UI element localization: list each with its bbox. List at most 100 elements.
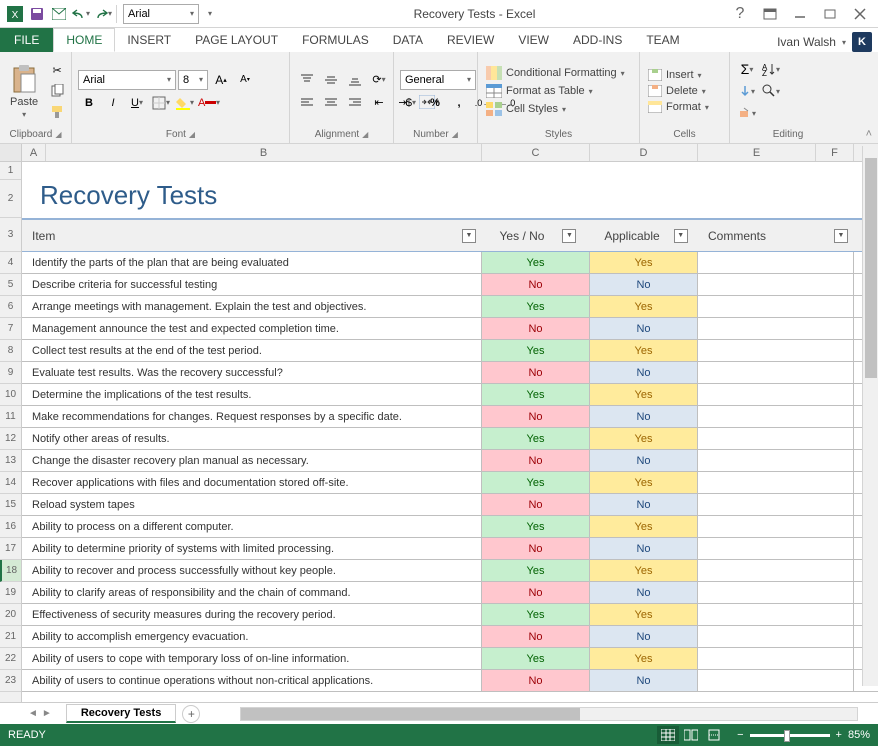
horizontal-scrollbar[interactable]	[240, 707, 858, 721]
cell-item[interactable]: Make recommendations for changes. Reques…	[22, 406, 482, 427]
clipboard-dialog-launcher[interactable]: ◢	[55, 130, 61, 139]
table-row[interactable]: Recover applications with files and docu…	[22, 472, 878, 494]
cell-applicable[interactable]: Yes	[590, 604, 698, 625]
row-header-4[interactable]: 4	[0, 252, 21, 274]
table-row[interactable]: Change the disaster recovery plan manual…	[22, 450, 878, 472]
cell-yesno[interactable]: Yes	[482, 560, 590, 581]
conditional-formatting-button[interactable]: Conditional Formatting▾	[484, 65, 627, 81]
column-header-e[interactable]: E	[698, 144, 816, 161]
redo-icon[interactable]: ▾	[92, 3, 114, 25]
cell-item[interactable]: Collect test results at the end of the t…	[22, 340, 482, 361]
cell-comments[interactable]	[698, 670, 854, 691]
cell-applicable[interactable]: Yes	[590, 296, 698, 317]
table-row[interactable]: Ability to clarify areas of responsibili…	[22, 582, 878, 604]
table-row[interactable]: Arrange meetings with management. Explai…	[22, 296, 878, 318]
italic-button[interactable]: I	[102, 93, 124, 113]
tab-team[interactable]: TEAM	[634, 28, 691, 52]
format-painter-icon[interactable]	[46, 102, 68, 122]
row-header-11[interactable]: 11	[0, 406, 21, 428]
cell-yesno[interactable]: Yes	[482, 648, 590, 669]
cell-item[interactable]: Describe criteria for successful testing	[22, 274, 482, 295]
row-header-3[interactable]: 3	[0, 218, 21, 252]
cell-yesno[interactable]: Yes	[482, 428, 590, 449]
table-row[interactable]: Evaluate test results. Was the recovery …	[22, 362, 878, 384]
vertical-scrollbar[interactable]	[862, 146, 878, 686]
tab-add-ins[interactable]: ADD-INS	[561, 28, 634, 52]
horizontal-scroll-thumb[interactable]	[241, 708, 580, 720]
row-header-7[interactable]: 7	[0, 318, 21, 340]
cell-comments[interactable]	[698, 384, 854, 405]
cell-comments[interactable]	[698, 538, 854, 559]
cell-applicable[interactable]: No	[590, 494, 698, 515]
align-center-icon[interactable]	[320, 93, 342, 113]
accounting-format-icon[interactable]: $▾	[400, 93, 422, 113]
tab-view[interactable]: VIEW	[506, 28, 561, 52]
cell-yesno[interactable]: Yes	[482, 472, 590, 493]
insert-cells-button[interactable]: Insert▾	[646, 68, 711, 82]
column-header-f[interactable]: F	[816, 144, 854, 161]
table-row[interactable]: Notify other areas of results.YesYes	[22, 428, 878, 450]
cell-applicable[interactable]: No	[590, 318, 698, 339]
clear-icon[interactable]: ▾	[736, 103, 758, 123]
cell-yesno[interactable]: No	[482, 318, 590, 339]
filter-button-applicable[interactable]: ▼	[674, 229, 688, 243]
table-row[interactable]: Collect test results at the end of the t…	[22, 340, 878, 362]
cell-applicable[interactable]: No	[590, 362, 698, 383]
sort-filter-icon[interactable]: AZ▾	[760, 59, 782, 79]
row-header-19[interactable]: 19	[0, 582, 21, 604]
tab-home[interactable]: HOME	[53, 28, 115, 52]
number-format-combo[interactable]: General▾	[400, 70, 476, 90]
tab-file[interactable]: FILE	[0, 28, 53, 52]
add-sheet-button[interactable]: +	[182, 705, 200, 723]
cell-item[interactable]: Ability to recover and process successfu…	[22, 560, 482, 581]
worksheet[interactable]: Recovery Tests Item▼ Yes / No▼ Applicabl…	[22, 162, 878, 702]
orientation-icon[interactable]: ⟳▾	[368, 70, 390, 90]
percent-format-icon[interactable]: %	[424, 93, 446, 113]
cell-comments[interactable]	[698, 296, 854, 317]
alignment-dialog-launcher[interactable]: ◢	[362, 130, 368, 139]
column-header-a[interactable]: A	[22, 144, 46, 161]
row-header-23[interactable]: 23	[0, 670, 21, 692]
page-break-view-icon[interactable]	[703, 726, 725, 744]
cell-comments[interactable]	[698, 516, 854, 537]
table-row[interactable]: Ability to recover and process successfu…	[22, 560, 878, 582]
cell-yesno[interactable]: No	[482, 538, 590, 559]
cell-comments[interactable]	[698, 252, 854, 273]
table-row[interactable]: Management announce the test and expecte…	[22, 318, 878, 340]
cell-applicable[interactable]: No	[590, 670, 698, 691]
tab-formulas[interactable]: FORMULAS	[290, 28, 381, 52]
align-right-icon[interactable]	[344, 93, 366, 113]
decrease-indent-icon[interactable]: ⇤	[368, 93, 390, 113]
cell-yesno[interactable]: Yes	[482, 296, 590, 317]
number-dialog-launcher[interactable]: ◢	[452, 130, 458, 139]
cell-comments[interactable]	[698, 362, 854, 383]
cell-applicable[interactable]: Yes	[590, 472, 698, 493]
cell-yesno[interactable]: Yes	[482, 516, 590, 537]
font-size-combo[interactable]: 8▾	[178, 70, 208, 90]
table-row[interactable]: Ability of users to continue operations …	[22, 670, 878, 692]
underline-button[interactable]: U▾	[126, 93, 148, 113]
cell-item[interactable]: Ability of users to continue operations …	[22, 670, 482, 691]
maximize-icon[interactable]	[818, 3, 842, 25]
cell-item[interactable]: Effectiveness of security measures durin…	[22, 604, 482, 625]
table-row[interactable]: Determine the implications of the test r…	[22, 384, 878, 406]
filter-button-yesno[interactable]: ▼	[562, 229, 576, 243]
cell-applicable[interactable]: Yes	[590, 516, 698, 537]
font-color-button[interactable]: A▾	[198, 93, 220, 113]
undo-icon[interactable]: ▾	[70, 3, 92, 25]
row-header-20[interactable]: 20	[0, 604, 21, 626]
user-avatar[interactable]: K	[852, 32, 872, 52]
fill-color-button[interactable]: ▾	[174, 93, 196, 113]
cell-item[interactable]: Recover applications with files and docu…	[22, 472, 482, 493]
cell-applicable[interactable]: No	[590, 274, 698, 295]
zoom-slider-thumb[interactable]	[784, 730, 790, 742]
font-dialog-launcher[interactable]: ◢	[189, 130, 195, 139]
table-row[interactable]: Describe criteria for successful testing…	[22, 274, 878, 296]
cell-item[interactable]: Reload system tapes	[22, 494, 482, 515]
cut-icon[interactable]: ✂	[46, 60, 68, 80]
sheet-nav-next-icon[interactable]: ►	[42, 708, 52, 719]
cell-item[interactable]: Ability to accomplish emergency evacuati…	[22, 626, 482, 647]
column-header-d[interactable]: D	[590, 144, 698, 161]
signed-in-user[interactable]: Ivan Walsh	[777, 35, 836, 49]
row-header-2[interactable]: 2	[0, 180, 21, 218]
